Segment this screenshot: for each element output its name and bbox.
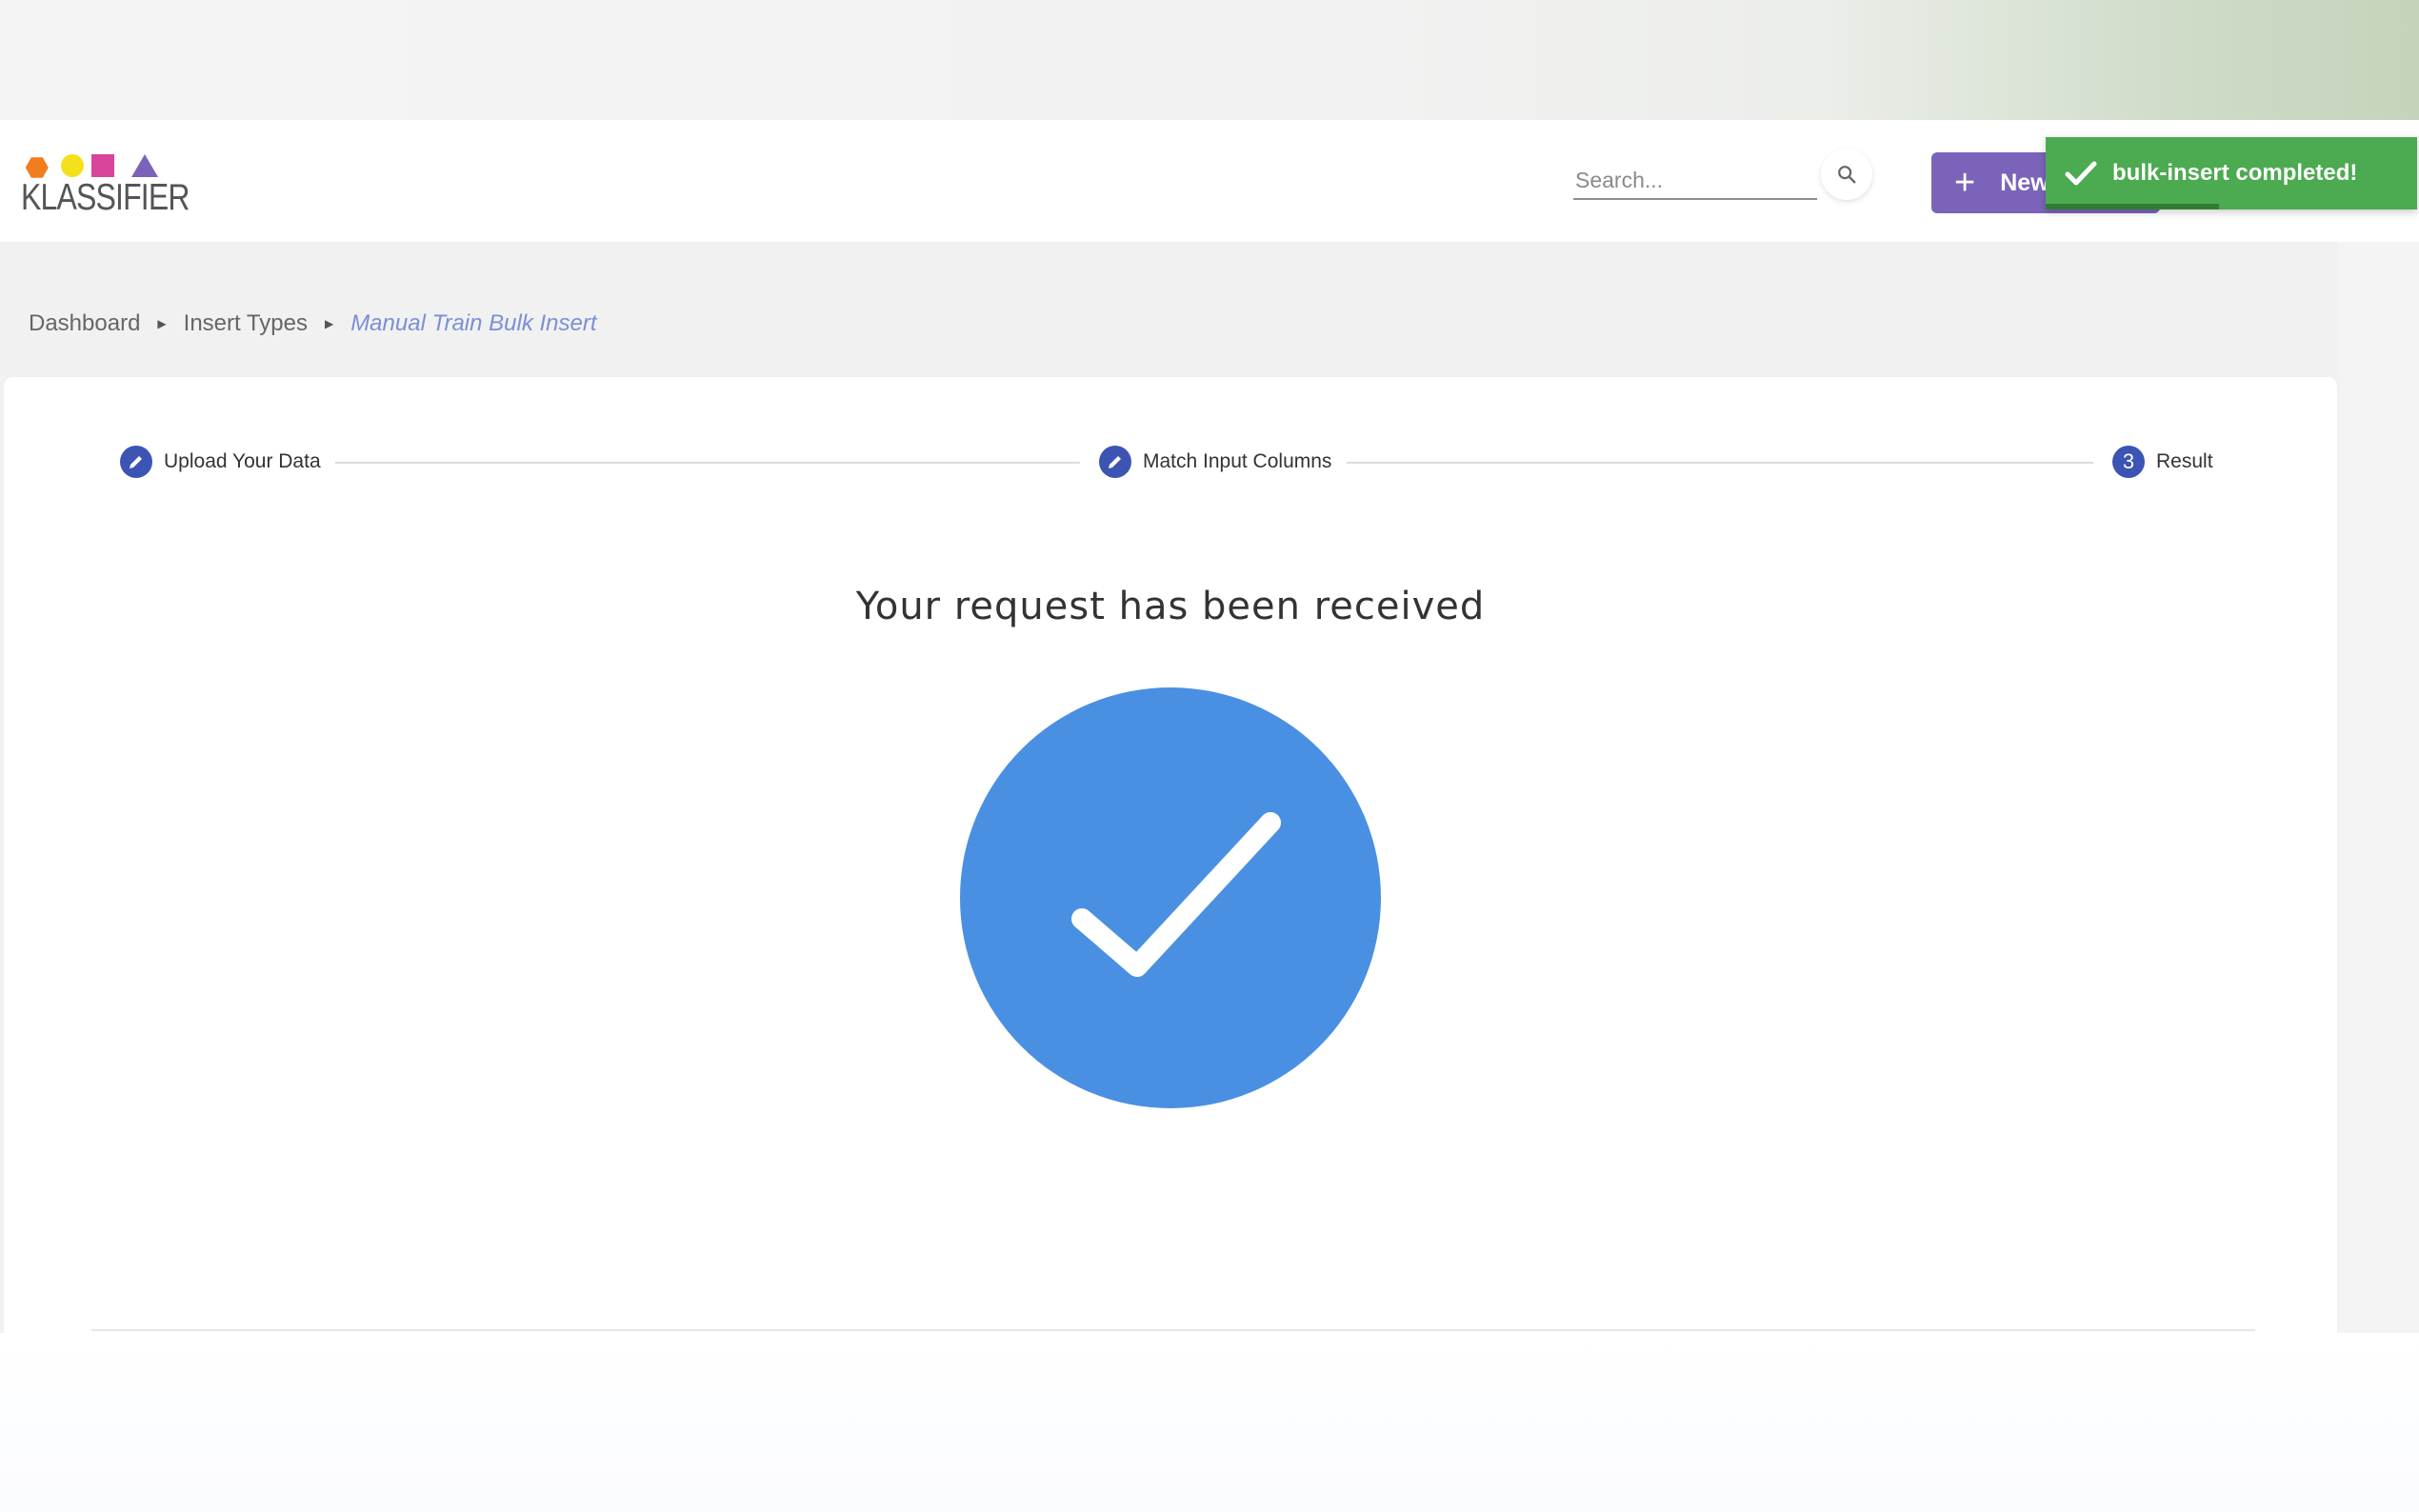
breadcrumb-separator-icon: ▶ [157, 317, 167, 330]
search-button[interactable] [1821, 149, 1872, 200]
top-band [0, 0, 2419, 120]
success-toast[interactable]: bulk-insert completed! [2046, 137, 2417, 209]
step-connector [335, 462, 1080, 464]
divider [91, 1329, 2255, 1331]
toast-progress-bar [2046, 204, 2219, 209]
breadcrumb: Dashboard ▶ Insert Types ▶ Manual Train … [29, 310, 597, 337]
toast-message: bulk-insert completed! [2112, 160, 2358, 186]
result-title: Your request has been received [855, 585, 1486, 628]
step-number: 3 [2112, 446, 2145, 478]
breadcrumb-item-insert-types[interactable]: Insert Types [184, 310, 308, 337]
logo-shapes-icon [25, 154, 158, 178]
step-result[interactable]: 3 Result [2112, 446, 2213, 478]
result-card: Upload Your Data Match Input Columns 3 R… [4, 377, 2337, 1333]
success-check-circle-icon [960, 687, 1381, 1108]
step-match-input-columns[interactable]: Match Input Columns [1099, 446, 1331, 478]
stepper: Upload Your Data Match Input Columns 3 R… [120, 446, 2221, 480]
step-connector [1347, 462, 2093, 464]
breadcrumb-item-dashboard[interactable]: Dashboard [29, 310, 140, 337]
search-input[interactable] [1573, 162, 1817, 200]
breadcrumb-current: Manual Train Bulk Insert [350, 310, 597, 336]
footer-area [0, 1333, 2419, 1512]
logo-text: KLASSIFIER [21, 177, 190, 218]
right-gutter [2339, 242, 2419, 1333]
step-upload-your-data[interactable]: Upload Your Data [120, 446, 321, 478]
breadcrumb-separator-icon: ▶ [324, 317, 334, 330]
check-icon [2065, 160, 2097, 187]
edit-icon [1099, 446, 1131, 478]
new-button-label: New [2000, 169, 2049, 196]
search-icon [1838, 166, 1856, 184]
step-label: Match Input Columns [1143, 450, 1332, 472]
plus-icon: + [1954, 163, 1976, 203]
step-label: Upload Your Data [164, 450, 321, 472]
app-logo[interactable]: KLASSIFIER [21, 152, 190, 218]
edit-icon [120, 446, 152, 478]
step-label: Result [2156, 450, 2213, 472]
